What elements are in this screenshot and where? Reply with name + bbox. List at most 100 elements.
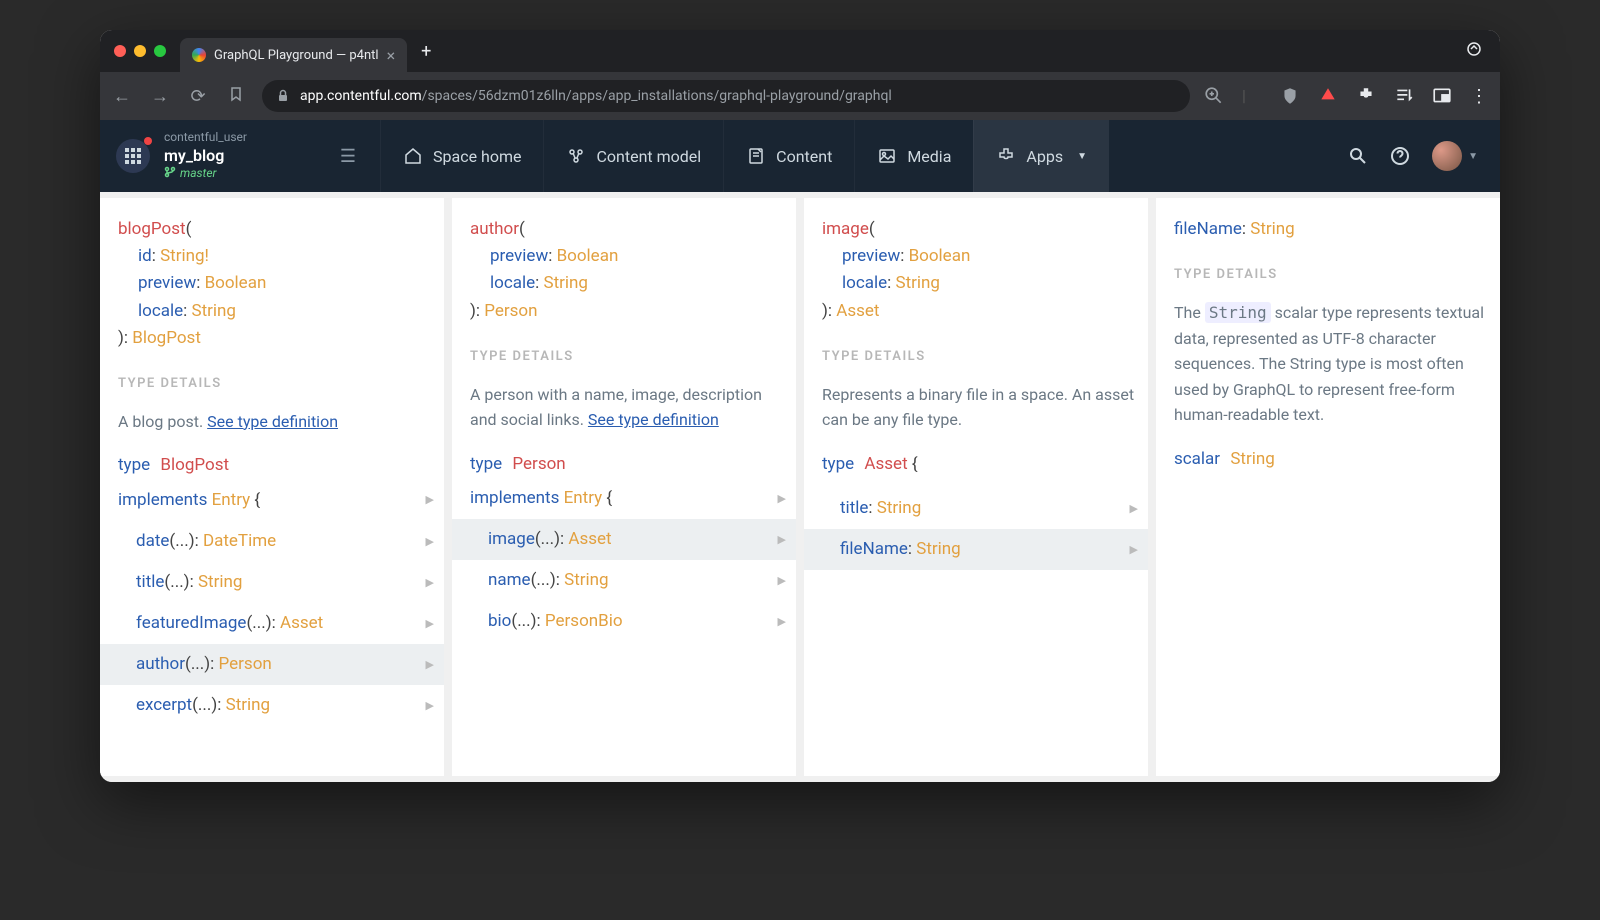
column-image: image( preview: Booleanlocale: String ):… [804,198,1148,776]
back-button[interactable]: ← [110,86,134,107]
field-row[interactable]: name(...): String▶ [452,560,796,601]
chevron-down-icon: ▼ [1077,151,1087,162]
field-row[interactable]: bio(...): PersonBio▶ [452,601,796,642]
nav-apps[interactable]: Apps ▼ [973,120,1109,192]
nav-media[interactable]: Media [854,120,973,192]
brave-shield-icon[interactable] [1280,86,1300,106]
type-details-label: TYPE DETAILS [118,374,436,395]
close-window-button[interactable] [114,45,126,57]
arrow-right-icon: ▶ [426,574,434,592]
tab-close-icon[interactable]: × [387,46,396,65]
new-tab-button[interactable]: + [407,41,445,62]
field-row[interactable]: date(...): DateTime▶ [100,521,444,562]
traffic-lights [100,45,180,57]
arrow-right-icon: ▶ [1130,500,1138,518]
space-info: contentful_user my_blog master [164,130,247,182]
chrome-toolbar: ← → ⟳ app.contentful.com/spaces/56dzm01z… [100,72,1500,120]
column-blogpost: blogPost( id: String!preview: Booleanloc… [100,198,444,776]
type-details-label: TYPE DETAILS [470,347,788,368]
type-decl: type Person [470,451,788,478]
arrow-right-icon: ▶ [426,615,434,633]
header-actions: ▼ [1326,120,1500,192]
nav-content[interactable]: Content [723,120,854,192]
home-icon [403,146,423,166]
field-row[interactable]: featuredImage(...): Asset▶ [100,603,444,644]
type-description: Represents a binary file in a space. An … [822,382,1140,433]
minimize-window-button[interactable] [134,45,146,57]
implements-row[interactable]: implements Entry { ▶ [452,478,796,519]
field-row[interactable]: title(...): String▶ [100,562,444,603]
signature: image( preview: Booleanlocale: String ):… [822,216,1140,325]
scalar-description: The String scalar type represents textua… [1174,300,1492,428]
chrome-window-menu-icon[interactable] [1448,41,1500,61]
chevron-down-icon: ▼ [1468,151,1478,162]
app-launcher-icon[interactable] [116,139,150,173]
sidebar-toggle-icon[interactable]: ☰ [332,146,364,167]
pip-icon[interactable] [1432,86,1452,106]
see-type-definition-link[interactable]: See type definition [207,412,338,431]
field-row[interactable]: title: String▶ [804,488,1148,529]
chrome-menu-icon[interactable]: ⋮ [1470,86,1490,106]
type-details-label: TYPE DETAILS [822,347,1140,368]
zoom-icon[interactable] [1204,86,1224,106]
browser-tab[interactable]: GraphQL Playground — p4ntl × [180,38,407,72]
field-row[interactable]: image(...): Asset▶ [452,519,796,560]
browser-window: GraphQL Playground — p4ntl × + ← → ⟳ app… [100,30,1500,782]
implements-row[interactable]: implements Entry { ▶ [100,480,444,521]
app-header: contentful_user my_blog master ☰ Space h… [100,120,1500,192]
field-heading: fileName: String [1174,216,1492,243]
forward-button[interactable]: → [148,86,172,107]
lock-icon [276,89,290,103]
arrow-right-icon: ▶ [778,531,786,549]
reading-list-icon[interactable] [1394,86,1414,106]
scalar-decl: scalar String [1174,446,1492,473]
chrome-tab-strip: GraphQL Playground — p4ntl × + [100,30,1500,72]
field-row[interactable]: author(...): Person▶ [100,644,444,685]
arrow-right-icon: ▶ [778,613,786,631]
search-icon[interactable] [1348,146,1368,166]
reload-button[interactable]: ⟳ [186,86,210,107]
content-icon [746,146,766,166]
tab-title: GraphQL Playground — p4ntl [214,48,379,63]
see-type-definition-link[interactable]: See type definition [588,410,719,429]
url-text: app.contentful.com/spaces/56dzm01z6lln/a… [300,88,892,104]
username: contentful_user [164,130,247,146]
help-icon[interactable] [1390,146,1410,166]
field-row[interactable]: fileName: String▶ [804,529,1148,570]
brave-rewards-icon[interactable] [1318,86,1338,106]
type-decl: type BlogPost [118,452,436,479]
address-bar[interactable]: app.contentful.com/spaces/56dzm01z6lln/a… [262,80,1190,112]
arrow-right-icon: ▶ [426,491,434,509]
apps-icon [996,146,1016,166]
nav-content-model[interactable]: Content model [543,120,723,192]
signature: author( preview: Booleanlocale: String )… [470,216,788,325]
model-icon [566,146,586,166]
type-description: A blog post. See type definition [118,409,436,435]
arrow-right-icon: ▶ [426,697,434,715]
maximize-window-button[interactable] [154,45,166,57]
media-icon [877,146,897,166]
bookmark-page-icon[interactable] [224,86,248,107]
column-filename: fileName: String TYPE DETAILS The String… [1156,198,1500,776]
type-details-label: TYPE DETAILS [1174,265,1492,286]
field-row[interactable]: excerpt(...): String▶ [100,685,444,726]
type-decl: type Asset { [822,451,1140,478]
arrow-right-icon: ▶ [778,572,786,590]
space-switcher[interactable]: contentful_user my_blog master ☰ [100,120,380,192]
extensions-icon[interactable] [1356,86,1376,106]
main-nav: Space home Content model Content Media A… [380,120,1109,192]
nav-space-home[interactable]: Space home [380,120,543,192]
toolbar-actions: | ⋮ [1204,86,1490,106]
signature: blogPost( id: String!preview: Booleanloc… [118,216,436,352]
arrow-right-icon: ▶ [426,656,434,674]
space-name: my_blog [164,146,247,167]
branch-icon [164,166,176,178]
branch-label: master [164,166,247,182]
arrow-right-icon: ▶ [1130,541,1138,559]
favicon [192,48,206,62]
arrow-right-icon: ▶ [426,533,434,551]
avatar [1432,141,1462,171]
type-description: A person with a name, image, description… [470,382,788,433]
arrow-right-icon: ▶ [778,490,786,508]
user-menu[interactable]: ▼ [1432,141,1478,171]
